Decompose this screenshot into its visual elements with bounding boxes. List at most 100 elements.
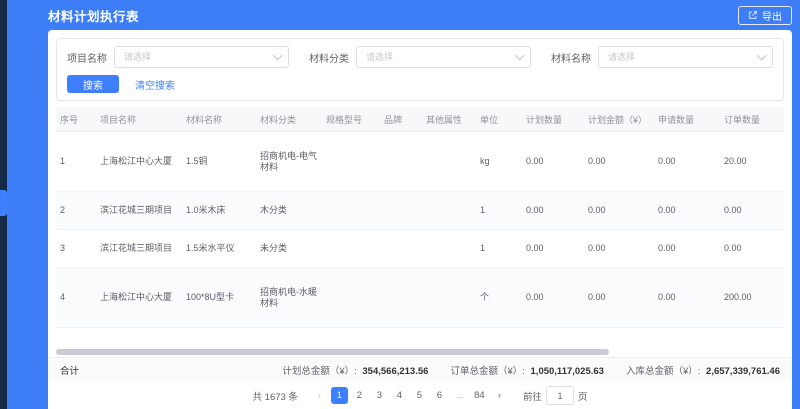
table-cell (422, 192, 476, 230)
project-name-label: 项目名称 (67, 50, 107, 65)
table-cell (380, 132, 422, 192)
column-header: 其他属性 (422, 107, 476, 132)
table-cell: 0.00 (584, 132, 654, 192)
table-cell: 0.00 (720, 230, 784, 268)
table-cell: 90.00 (720, 328, 784, 347)
page-button[interactable]: 1 (331, 387, 348, 404)
page-title: 材料计划执行表 (48, 6, 139, 25)
material-name-select[interactable] (598, 46, 773, 68)
table-row: 2滨江花城三期项目1.0米木床木分类10.000.000.000.000.00 (56, 192, 784, 230)
table-cell: 个 (476, 268, 522, 328)
table-cell: 0.00 (584, 230, 654, 268)
goto-page-input[interactable] (546, 386, 574, 405)
table-cell (322, 230, 380, 268)
goto-suffix: 页 (578, 389, 588, 403)
column-header: 序号 (56, 107, 96, 132)
table-row: 4上海松江中心大厦100*8U型卡招商机电-水暖材料个0.000.000.002… (56, 268, 784, 328)
page-button[interactable]: 5 (411, 387, 428, 404)
material-name-label: 材料名称 (551, 50, 591, 65)
table-cell: 100*8U型卡 (182, 268, 256, 328)
page-button[interactable]: 6 (431, 387, 448, 404)
table-cell: 0.00 (584, 268, 654, 328)
goto-page: 前往 页 (523, 386, 588, 405)
export-icon (748, 10, 758, 20)
table-cell: 1.5米水平仪 (182, 230, 256, 268)
horizontal-scrollbar-thumb[interactable] (56, 349, 609, 355)
table-cell (422, 268, 476, 328)
table-cell: 100镀锌管卡 (182, 328, 256, 347)
table-cell (322, 132, 380, 192)
project-name-select[interactable] (114, 46, 289, 68)
inbound-total: 入库总金额（¥）: 2,657,339,761.46 (626, 363, 780, 377)
filter-panel: 项目名称 材料分类 材料名称 (56, 38, 784, 101)
table-row: 1上海松江中心大厦1.5铜招商机电-电气材料kg0.000.000.0020.0… (56, 132, 784, 192)
table-cell: 0.00 (522, 192, 584, 230)
page-button[interactable]: 2 (351, 387, 368, 404)
table-cell (380, 192, 422, 230)
table-cell (422, 230, 476, 268)
table-cell: 0.00 (654, 192, 720, 230)
page-button[interactable]: 4 (391, 387, 408, 404)
goto-prefix: 前往 (523, 389, 542, 403)
table-cell (380, 230, 422, 268)
clear-search-button[interactable]: 清空搜索 (135, 77, 175, 92)
filter-material: 材料名称 (551, 46, 773, 68)
table-cell: 0.00 (584, 192, 654, 230)
plan-total: 计划总金额（¥）: 354,566,213.56 (282, 363, 428, 377)
table-cell: 根 (476, 328, 522, 347)
prev-page-button[interactable]: ‹ (311, 387, 328, 404)
table-cell: 0.00 (654, 268, 720, 328)
page-button[interactable]: 3 (371, 387, 388, 404)
table-cell (322, 192, 380, 230)
table-cell (380, 328, 422, 347)
material-category-select[interactable] (356, 46, 531, 68)
collapsed-sidebar (0, 0, 7, 409)
chevron-down-icon (515, 51, 525, 61)
search-button[interactable]: 搜索 (67, 75, 119, 93)
page-ellipsis: ... (451, 387, 468, 404)
material-category-input[interactable] (364, 51, 516, 63)
table-cell: 0.00 (584, 328, 654, 347)
summary-items: 计划总金额（¥）: 354,566,213.56 订单总金额（¥）: 1,050… (282, 363, 780, 377)
inbound-total-label: 入库总金额（¥）: (626, 366, 700, 377)
inbound-total-value: 2,657,339,761.46 (706, 366, 780, 377)
table-cell: 0.00 (522, 230, 584, 268)
pagination-total-text: 共 1673 条 (253, 389, 298, 403)
data-table-wrap: 序号项目名称材料名称材料分类规格型号品牌其他属性单位计划数量计划金额（¥）申请数… (56, 107, 784, 346)
table-cell: 3 (56, 230, 96, 268)
page-buttons: 123456...84 (331, 387, 488, 404)
table-cell: 滨江花城三期项目 (96, 230, 182, 268)
table-cell: 上海松江中心大厦 (96, 328, 182, 347)
next-page-button[interactable]: › (491, 387, 508, 404)
chevron-down-icon (757, 51, 767, 61)
export-button[interactable]: 导出 (738, 6, 792, 25)
filter-category: 材料分类 (309, 46, 531, 68)
table-cell: 0.00 (654, 230, 720, 268)
table-cell: 0.00 (522, 132, 584, 192)
sidebar-handle[interactable] (0, 190, 7, 216)
summary-total-label: 合计 (60, 363, 79, 377)
column-header: 订单数量 (720, 107, 784, 132)
table-cell: 0.00 (522, 328, 584, 347)
table-row: 5上海松江中心大厦100镀锌管卡招商机电-水暖材料DN100根0.000.000… (56, 328, 784, 347)
table-cell: 2 (56, 192, 96, 230)
material-name-input[interactable] (606, 51, 758, 63)
content-card: 项目名称 材料分类 材料名称 (48, 30, 792, 409)
summary-row: 合计 计划总金额（¥）: 354,566,213.56 订单总金额（¥）: 1,… (48, 357, 792, 382)
table-cell (380, 268, 422, 328)
table-cell: 20.00 (720, 132, 784, 192)
order-total-value: 1,050,117,025.63 (531, 366, 604, 377)
column-header: 单位 (476, 107, 522, 132)
project-name-input[interactable] (122, 51, 274, 63)
table-cell: 木分类 (256, 192, 322, 230)
table-cell: 1 (476, 230, 522, 268)
page-button[interactable]: 84 (471, 387, 488, 404)
pagination: 共 1673 条 ‹ 123456...84 › 前往 页 (48, 382, 792, 409)
column-header: 项目名称 (96, 107, 182, 132)
table-cell: 招商机电-电气材料 (256, 132, 322, 192)
table-cell: 上海松江中心大厦 (96, 268, 182, 328)
filter-actions: 搜索 清空搜索 (67, 75, 773, 93)
table-cell: 1 (56, 132, 96, 192)
table-cell: 上海松江中心大厦 (96, 132, 182, 192)
filter-project: 项目名称 (67, 46, 289, 68)
